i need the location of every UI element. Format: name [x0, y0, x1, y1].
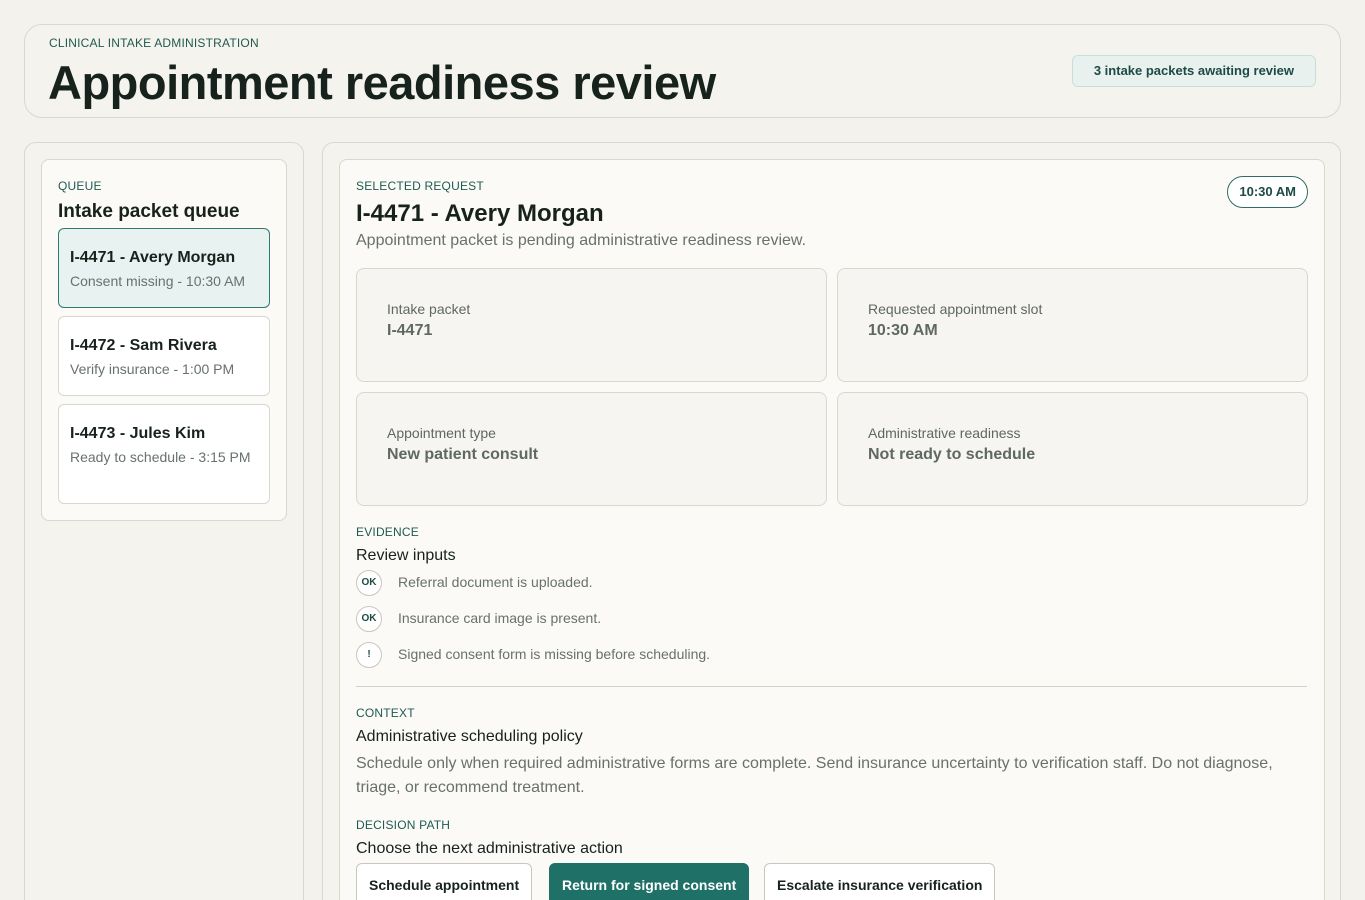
decision-title: Choose the next administrative action — [356, 840, 623, 857]
field-value: Not ready to schedule — [868, 446, 1036, 463]
queue-item-subtitle: Verify insurance - 1:00 PM — [70, 361, 235, 377]
field-label: Requested appointment slot — [868, 301, 1043, 317]
schedule-appointment-button[interactable]: Schedule appointment — [356, 863, 533, 900]
section-divider — [356, 686, 1307, 687]
evidence-text: Referral document is uploaded. — [398, 574, 593, 590]
field-label: Appointment type — [387, 425, 496, 441]
queue-item-title: I-4471 - Avery Morgan — [70, 249, 236, 266]
warning-icon: ! — [356, 642, 382, 668]
field-value: 10:30 AM — [868, 322, 938, 339]
evidence-title: Review inputs — [356, 547, 456, 564]
page-header: CLINICAL INTAKE ADMINISTRATION Appointme… — [24, 24, 1341, 118]
main-panel: SELECTED REQUEST I-4471 - Avery Morgan A… — [322, 142, 1341, 900]
awaiting-review-badge: 3 intake packets awaiting review — [1071, 55, 1316, 87]
evidence-eyebrow: EVIDENCE — [356, 525, 419, 539]
queue-panel: QUEUE Intake packet queue I-4471 - Avery… — [24, 142, 304, 900]
header-eyebrow: CLINICAL INTAKE ADMINISTRATION — [49, 36, 259, 50]
queue-card: QUEUE Intake packet queue I-4471 - Avery… — [41, 159, 287, 521]
field-administrative-readiness: Administrative readiness Not ready to sc… — [837, 392, 1308, 506]
selected-request-card: SELECTED REQUEST I-4471 - Avery Morgan A… — [339, 159, 1325, 900]
queue-item-i-4473[interactable]: I-4473 - Jules Kim Ready to schedule - 3… — [58, 404, 270, 504]
escalate-insurance-verification-button[interactable]: Escalate insurance verification — [764, 863, 996, 900]
page-title: Appointment readiness review — [48, 56, 716, 109]
appointment-time-pill: 10:30 AM — [1227, 176, 1308, 208]
queue-item-i-4472[interactable]: I-4472 - Sam Rivera Verify insurance - 1… — [58, 316, 270, 396]
context-policy-text: Schedule only when required administrati… — [356, 755, 1273, 796]
context-title: Administrative scheduling policy — [356, 728, 583, 745]
selected-eyebrow: SELECTED REQUEST — [356, 179, 484, 193]
request-subtitle: Appointment packet is pending administra… — [356, 232, 807, 249]
field-value: I-4471 — [387, 322, 433, 339]
evidence-text: Insurance card image is present. — [398, 610, 602, 626]
field-intake-packet: Intake packet I-4471 — [356, 268, 827, 382]
field-value: New patient consult — [387, 446, 539, 463]
context-eyebrow: CONTEXT — [356, 706, 415, 720]
ok-check-icon: OK — [356, 570, 382, 596]
request-title: I-4471 - Avery Morgan — [356, 200, 604, 227]
ok-check-icon: OK — [356, 606, 382, 632]
field-label: Administrative readiness — [868, 425, 1021, 441]
return-for-signed-consent-button[interactable]: Return for signed consent — [549, 863, 750, 900]
queue-title: Intake packet queue — [58, 201, 240, 222]
field-appointment-type: Appointment type New patient consult — [356, 392, 827, 506]
field-label: Intake packet — [387, 301, 471, 317]
decision-eyebrow: DECISION PATH — [356, 818, 451, 832]
queue-item-title: I-4473 - Jules Kim — [70, 425, 206, 442]
queue-item-title: I-4472 - Sam Rivera — [70, 337, 217, 354]
queue-eyebrow: QUEUE — [58, 179, 102, 193]
queue-item-subtitle: Ready to schedule - 3:15 PM — [70, 449, 251, 465]
queue-item-i-4471[interactable]: I-4471 - Avery Morgan Consent missing - … — [58, 228, 270, 308]
evidence-text: Signed consent form is missing before sc… — [398, 646, 711, 662]
field-appointment-slot: Requested appointment slot 10:30 AM — [837, 268, 1308, 382]
queue-item-subtitle: Consent missing - 10:30 AM — [70, 273, 246, 289]
